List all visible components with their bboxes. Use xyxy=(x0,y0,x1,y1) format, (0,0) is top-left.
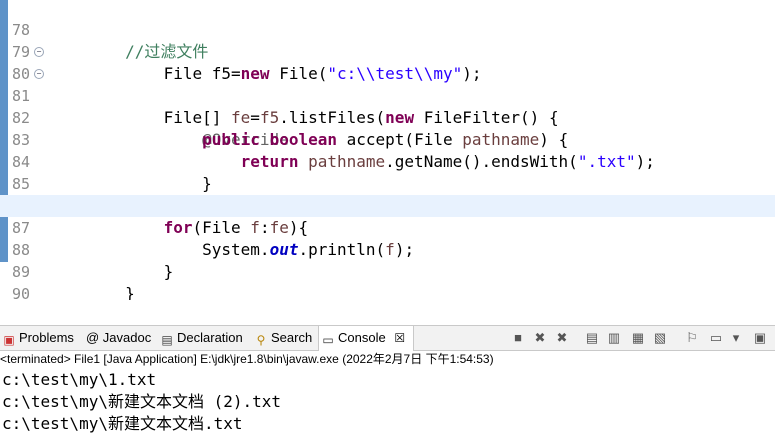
code-line[interactable]: 80 − File[] fe=f5.listFiles(new FileFilt… xyxy=(0,41,775,127)
tab-problems[interactable]: ▣ Problems xyxy=(0,326,74,350)
code-line[interactable]: 85 }); xyxy=(0,151,775,215)
problems-icon: ▣ xyxy=(3,333,15,347)
code-line[interactable]: 82 public boolean accept(File pathname) … xyxy=(0,85,775,149)
declaration-icon: ▤ xyxy=(161,333,173,347)
console-output-line: c:\test\my\新建文本文档 (2).txt xyxy=(2,392,282,411)
show-on-output-icon[interactable]: ▥ xyxy=(606,330,622,346)
open-console-icon[interactable]: ▣ xyxy=(752,330,768,346)
tab-label: @ Javadoc xyxy=(86,330,152,345)
code-line[interactable]: 78 //过滤文件 xyxy=(0,0,775,61)
code-line[interactable]: 81 − @Override xyxy=(0,63,775,149)
chevron-down-icon[interactable]: ▾ xyxy=(728,330,744,346)
code-line[interactable]: 79 File f5=new File("c:\\test\\my"); xyxy=(0,19,775,83)
code-line[interactable]: 90 } xyxy=(0,261,775,300)
terminate-icon[interactable]: ■ xyxy=(510,330,526,346)
tab-javadoc[interactable]: @ Javadoc xyxy=(84,326,151,350)
word-wrap-icon[interactable]: ▦ xyxy=(630,330,646,346)
pin-console-icon[interactable]: ⚐ xyxy=(684,330,700,346)
console-icon: ▭ xyxy=(322,333,334,347)
code-line[interactable]: 86 for(File f:fe){ xyxy=(0,173,775,237)
code-editor[interactable]: 78 //过滤文件 79 File f5=new File("c:\\test\… xyxy=(0,0,775,300)
clear-console-icon[interactable]: ▧ xyxy=(652,330,668,346)
code-line[interactable]: 89 } xyxy=(0,239,775,300)
tab-search[interactable]: ⚲ Search xyxy=(252,326,313,350)
tab-label: Problems xyxy=(19,330,74,345)
remove-launch-icon[interactable]: ✖ xyxy=(532,330,548,346)
code-line[interactable]: 83 return pathname.getName().endsWith(".… xyxy=(0,107,775,171)
search-icon: ⚲ xyxy=(256,333,266,347)
tab-declaration[interactable]: ▤ Declaration xyxy=(158,326,243,350)
console-output-line: c:\test\my\1.txt xyxy=(2,370,157,389)
console-status: <terminated> File1 [Java Application] E:… xyxy=(0,352,494,366)
code-line[interactable]: 88 } xyxy=(0,217,775,281)
fold-toggle-icon[interactable]: − xyxy=(34,69,44,79)
code-line-current[interactable]: 87 System.out.println(f); xyxy=(0,195,775,259)
remove-all-terminated-icon[interactable]: ✖ xyxy=(554,330,570,346)
tab-label: Search xyxy=(271,330,313,345)
display-console-icon[interactable]: ▭ xyxy=(708,330,724,346)
scroll-lock-icon[interactable]: ▤ xyxy=(584,330,600,346)
fold-toggle-icon[interactable]: − xyxy=(34,47,44,57)
tab-console[interactable]: ▭ Console ☒ xyxy=(318,326,414,351)
view-tab-bar: ▣ Problems @ Javadoc ▤ Declaration ⚲ Search… xyxy=(0,325,775,351)
code-line[interactable]: 91 xyxy=(0,283,775,300)
console-output-line: c:\test\my\新建文本文档.txt xyxy=(2,414,243,433)
close-icon[interactable]: ☒ xyxy=(394,331,405,345)
tab-label: Declaration xyxy=(177,330,243,345)
code-line[interactable]: 84 } xyxy=(0,129,775,193)
tab-label: Console xyxy=(338,330,386,345)
